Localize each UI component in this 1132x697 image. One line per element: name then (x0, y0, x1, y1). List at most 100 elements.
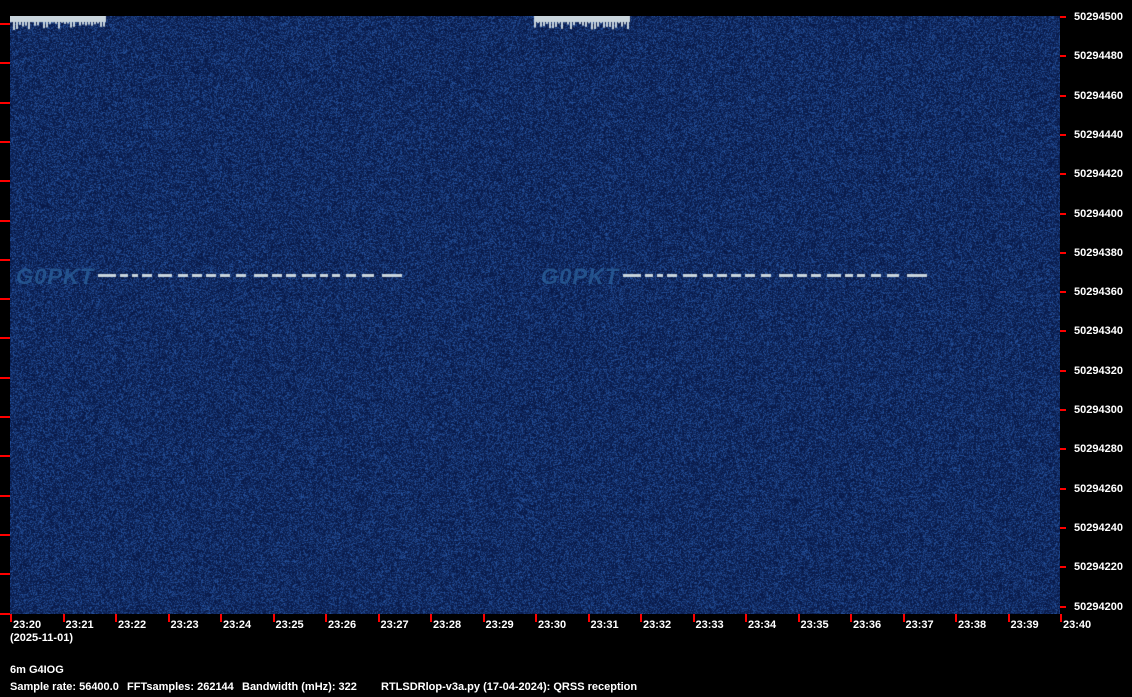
time-label: 23:23 (171, 619, 199, 631)
time-tick (168, 614, 170, 622)
time-label: 23:28 (433, 619, 461, 631)
time-tick (798, 614, 800, 622)
freq-tick-left (0, 613, 10, 615)
freq-label: 50294300 (1074, 404, 1123, 416)
time-tick (430, 614, 432, 622)
sample-rate: Sample rate: 56400.0 (10, 681, 119, 693)
freq-tick-right (1060, 291, 1066, 293)
software-label: RTLSDRlop-v3a.py (17-04-2024): QRSS rece… (381, 681, 637, 693)
time-tick (903, 614, 905, 622)
time-tick (955, 614, 957, 622)
signal-callsign-1: G0PKT (16, 264, 94, 290)
freq-tick-left (0, 573, 10, 575)
time-label: 23:35 (801, 619, 829, 631)
time-tick (63, 614, 65, 622)
time-tick (378, 614, 380, 622)
time-label: 23:33 (696, 619, 724, 631)
freq-label: 50294380 (1074, 247, 1123, 259)
freq-tick-right (1060, 55, 1066, 57)
time-label: 23:37 (906, 619, 934, 631)
time-tick (745, 614, 747, 622)
freq-label: 50294400 (1074, 208, 1123, 220)
fft-samples: FFTsamples: 262144 (127, 681, 234, 693)
freq-tick-right (1060, 134, 1066, 136)
time-label: 23:24 (223, 619, 251, 631)
time-tick (588, 614, 590, 622)
freq-label: 50294480 (1074, 50, 1123, 62)
time-tick (483, 614, 485, 622)
time-tick (220, 614, 222, 622)
freq-tick-right (1060, 173, 1066, 175)
freq-tick-left (0, 23, 10, 25)
spectrogram-plot: G0PKT G0PKT (10, 16, 1060, 614)
time-tick (640, 614, 642, 622)
freq-label: 50294460 (1074, 90, 1123, 102)
freq-tick-left (0, 141, 10, 143)
freq-tick-left (0, 180, 10, 182)
freq-tick-right (1060, 606, 1066, 608)
freq-tick-left (0, 337, 10, 339)
time-label: 23:32 (643, 619, 671, 631)
freq-label: 50294280 (1074, 443, 1123, 455)
freq-tick-left (0, 102, 10, 104)
freq-tick-left (0, 259, 10, 261)
freq-label: 50294240 (1074, 522, 1123, 534)
time-label: 23:34 (748, 619, 776, 631)
time-label: 23:31 (591, 619, 619, 631)
freq-tick-right (1060, 95, 1066, 97)
time-label: 23:25 (276, 619, 304, 631)
time-label: 23:30 (538, 619, 566, 631)
time-tick (535, 614, 537, 622)
time-label: 23:27 (381, 619, 409, 631)
freq-tick-right (1060, 330, 1066, 332)
freq-tick-right (1060, 566, 1066, 568)
freq-tick-right (1060, 370, 1066, 372)
freq-label: 50294260 (1074, 483, 1123, 495)
time-tick (1060, 614, 1062, 622)
freq-label: 50294360 (1074, 286, 1123, 298)
freq-tick-right (1060, 213, 1066, 215)
freq-tick-right (1060, 252, 1066, 254)
freq-label: 50294200 (1074, 601, 1123, 613)
time-label: 23:38 (958, 619, 986, 631)
freq-tick-left (0, 298, 10, 300)
time-tick (115, 614, 117, 622)
freq-tick-left (0, 455, 10, 457)
time-tick (1008, 614, 1010, 622)
date-label: (2025-11-01) (10, 632, 73, 644)
freq-tick-left (0, 416, 10, 418)
freq-label: 50294420 (1074, 168, 1123, 180)
bandwidth: Bandwidth (mHz): 322 (242, 681, 357, 693)
freq-tick-right (1060, 488, 1066, 490)
station-label: 6m G4IOG (10, 664, 64, 676)
freq-label: 50294320 (1074, 365, 1123, 377)
freq-label: 50294340 (1074, 325, 1123, 337)
time-label: 23:26 (328, 619, 356, 631)
time-tick (850, 614, 852, 622)
freq-label: 50294500 (1074, 11, 1123, 23)
time-tick (10, 614, 12, 622)
time-label: 23:22 (118, 619, 146, 631)
time-label: 23:20 (13, 619, 41, 631)
time-label: 23:36 (853, 619, 881, 631)
time-tick (273, 614, 275, 622)
time-label: 23:39 (1011, 619, 1039, 631)
freq-tick-left (0, 377, 10, 379)
freq-tick-right (1060, 409, 1066, 411)
time-label: 23:21 (66, 619, 94, 631)
freq-tick-right (1060, 527, 1066, 529)
freq-label: 50294440 (1074, 129, 1123, 141)
freq-tick-right (1060, 16, 1066, 18)
freq-tick-left (0, 62, 10, 64)
time-label: 23:40 (1063, 619, 1091, 631)
signal-callsign-2: G0PKT (541, 264, 619, 290)
freq-tick-left (0, 495, 10, 497)
time-label: 23:29 (486, 619, 514, 631)
time-tick (325, 614, 327, 622)
freq-tick-right (1060, 448, 1066, 450)
waterfall-canvas (10, 16, 1060, 614)
freq-tick-left (0, 534, 10, 536)
time-tick (693, 614, 695, 622)
freq-tick-left (0, 220, 10, 222)
freq-label: 50294220 (1074, 561, 1123, 573)
